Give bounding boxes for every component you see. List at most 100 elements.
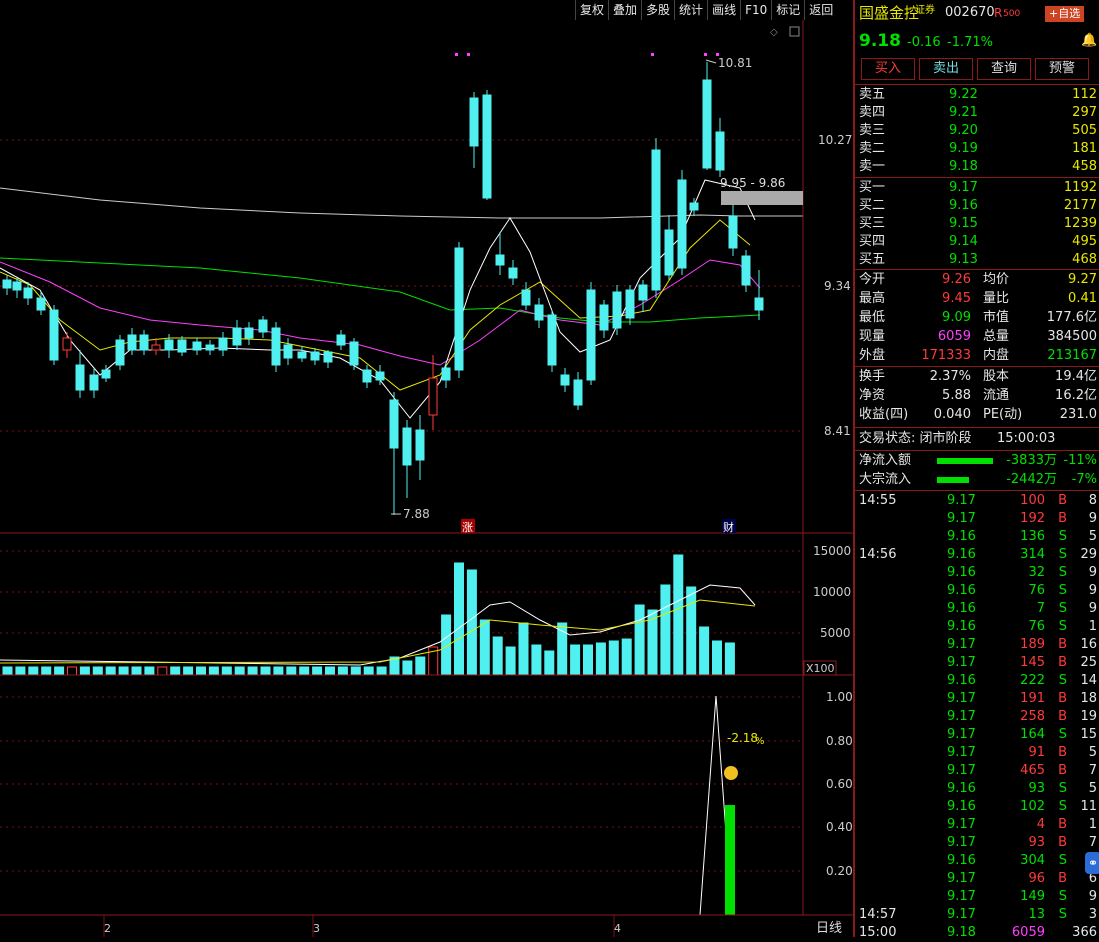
tick-volume: 93 <box>1028 781 1045 796</box>
toolbar-fuquan[interactable]: 复权 <box>575 0 608 20</box>
candle-body <box>741 255 751 286</box>
toolbar-multi-stock[interactable]: 多股 <box>641 0 674 20</box>
tick-volume: 102 <box>1020 799 1045 814</box>
stat-value: 171333 <box>921 348 971 363</box>
toolbar-stats[interactable]: 统计 <box>674 0 707 20</box>
candle-body <box>664 229 674 276</box>
tick-row: 9.16 7 S 9 <box>859 600 1097 618</box>
stat-label: 最低 <box>859 310 886 325</box>
signal-dot <box>455 53 458 56</box>
volume-bar <box>724 642 735 676</box>
volume-bar <box>2 666 13 676</box>
window-icon[interactable] <box>789 26 800 37</box>
stat-label: 流通 <box>983 388 1010 403</box>
tick-count: 25 <box>1080 655 1097 670</box>
volume-bar <box>170 666 181 676</box>
tick-side: B <box>1058 745 1067 760</box>
stat-value: 2.37% <box>929 369 971 384</box>
kline-chart[interactable]: 10.27 9.34 8.41 10.81 7.88 9.95 - 9.86 涨… <box>0 20 853 937</box>
toolbar-back[interactable]: 返回 <box>804 0 837 20</box>
stat-value: 9.09 <box>942 310 971 325</box>
volume-bar <box>273 666 284 676</box>
tick-side: S <box>1058 601 1067 616</box>
stat-row: 最低 9.09 市值 177.6亿 <box>859 309 1097 327</box>
tick-count: 29 <box>1080 547 1097 562</box>
alert-button[interactable]: 预警 <box>1035 58 1089 80</box>
trade-time: 15:00:03 <box>997 431 1056 446</box>
last-price: 9.18 <box>859 31 901 51</box>
price-change-pct: -1.71% <box>947 35 993 50</box>
stock-badge: 证券 <box>915 5 935 16</box>
flow-pct: -7% <box>1071 472 1097 487</box>
tick-price: 9.17 <box>947 745 976 760</box>
candle-body <box>454 247 464 371</box>
tick-side: B <box>1058 511 1067 526</box>
buy-button[interactable]: 买入 <box>861 58 915 80</box>
stock-code: 002670 <box>945 5 995 20</box>
toolbar-mark[interactable]: 标记 <box>771 0 804 20</box>
flow-label: 净流入额 <box>859 453 912 468</box>
stat-value: 0.040 <box>933 407 971 422</box>
candle-body <box>560 374 570 386</box>
tick-row: 9.16 102 S 11 <box>859 798 1097 816</box>
tick-row: 9.16 93 S 5 <box>859 780 1097 798</box>
candle-body <box>677 179 687 269</box>
volume-bar <box>196 666 206 676</box>
candle-body <box>89 374 99 391</box>
candle-body <box>244 327 254 339</box>
range-label: 9.95 - 9.86 <box>720 176 785 190</box>
tick-row: 9.16 222 S 14 <box>859 672 1097 690</box>
add-watchlist-button[interactable]: +自选 <box>1045 6 1085 22</box>
tick-row: 15:00 9.18 6059 366 <box>859 924 1097 942</box>
tick-price: 9.17 <box>947 907 976 922</box>
tick-volume: 149 <box>1020 889 1045 904</box>
candle-body <box>101 369 111 379</box>
quote-panel: 国盛金控 证券 002670 R 500 +自选 9.18 -0.16 -1.7… <box>853 0 1099 940</box>
orderbook-volume: 181 <box>1072 141 1097 156</box>
orderbook-price: 9.14 <box>949 234 978 249</box>
tick-count: 14 <box>1080 673 1097 688</box>
tick-time: 14:56 <box>859 547 897 562</box>
tick-volume: 145 <box>1020 655 1045 670</box>
tick-price: 9.16 <box>947 547 976 562</box>
tick-count: 16 <box>1080 637 1097 652</box>
orderbook-volume: 495 <box>1072 234 1097 249</box>
volume-bar <box>105 666 116 676</box>
volume-bar <box>312 666 323 676</box>
tick-price: 9.17 <box>947 691 976 706</box>
volume-bar <box>673 554 684 676</box>
sell-button[interactable]: 卖出 <box>919 58 973 80</box>
link-icon[interactable]: ⚭ <box>1085 852 1099 874</box>
price-tick: 10.27 <box>818 133 852 147</box>
candle-body <box>482 94 492 199</box>
stat-value: 384500 <box>1047 329 1097 344</box>
tick-volume: 304 <box>1020 853 1045 868</box>
tick-price: 9.16 <box>947 673 976 688</box>
toolbar-f10[interactable]: F10 <box>740 0 771 20</box>
chart-toolbar: 复权 叠加 多股 统计 画线 F10 标记 返回 <box>575 0 837 20</box>
toolbar-overlay[interactable]: 叠加 <box>608 0 641 20</box>
tick-row: 9.16304S9 <box>859 852 1097 870</box>
volume-bar <box>570 644 581 676</box>
stat-row: 最高 9.45 量比 0.41 <box>859 290 1097 308</box>
tick-price: 9.16 <box>947 565 976 580</box>
vol-tick: 15000 <box>813 544 851 558</box>
bell-icon[interactable]: 🔔 <box>1081 32 1097 50</box>
flow-value: -3833万 <box>1006 453 1057 468</box>
candle-body <box>127 334 137 351</box>
period-label[interactable]: 日线 <box>816 921 842 936</box>
tick-price: 9.17 <box>947 511 976 526</box>
sell-row: 卖三 9.20 505 <box>859 122 1097 140</box>
tick-time: 14:57 <box>859 907 897 922</box>
diamond-icon[interactable]: ◇ <box>770 27 778 38</box>
tick-row: 9.16 76 S 9 <box>859 582 1097 600</box>
query-button[interactable]: 查询 <box>977 58 1031 80</box>
tick-count: 19 <box>1080 709 1097 724</box>
toolbar-draw[interactable]: 画线 <box>707 0 740 20</box>
tick-price: 9.17 <box>947 871 976 886</box>
candle-body <box>625 289 635 319</box>
orderbook-label: 卖四 <box>859 105 886 120</box>
price-change: -0.16 <box>907 35 941 50</box>
tick-price: 9.17 <box>947 889 976 904</box>
candle-body <box>521 289 531 306</box>
